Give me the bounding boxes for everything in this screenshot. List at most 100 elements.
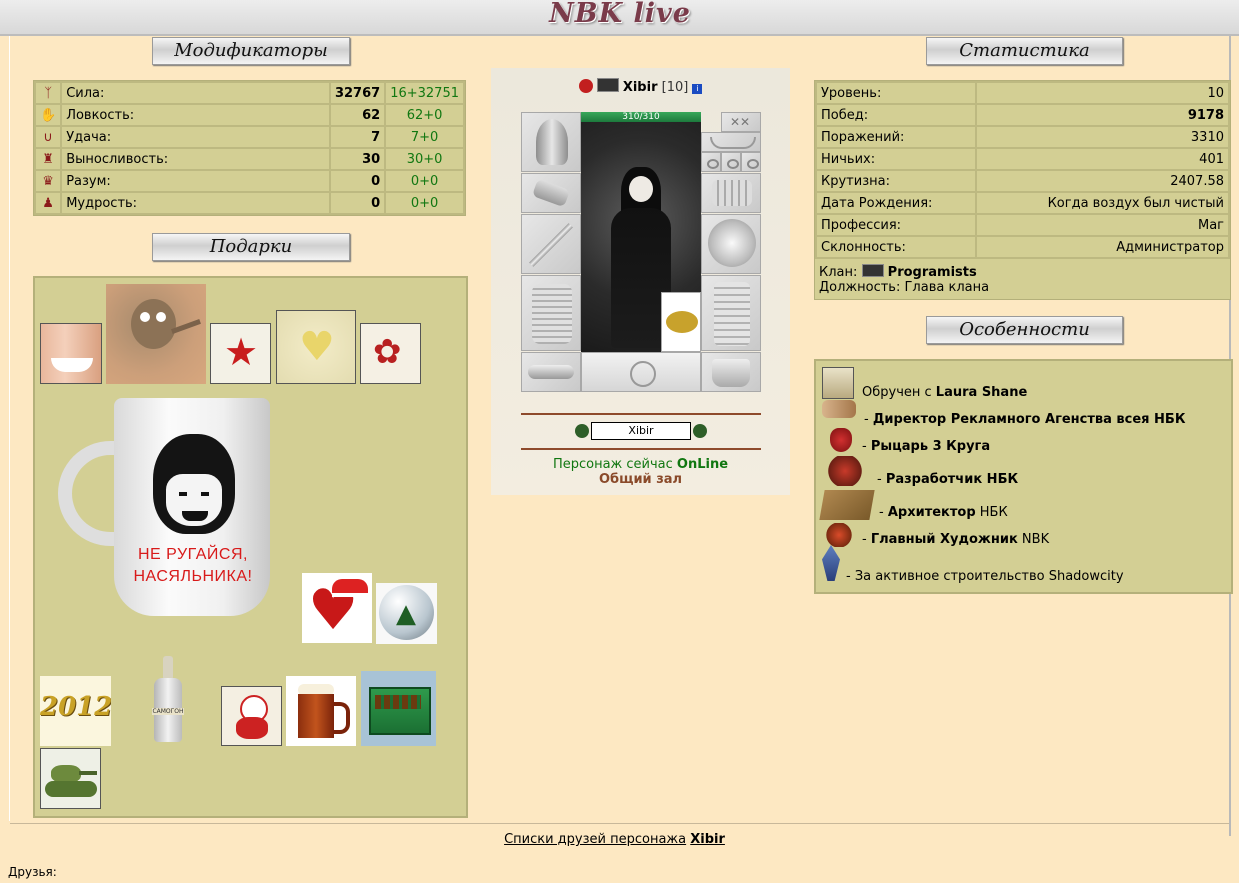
statistic-value: 2407.58 (975, 169, 1230, 193)
slot-pet[interactable] (661, 292, 701, 352)
character-location[interactable]: Общий зал (491, 472, 790, 487)
slot-weapon[interactable] (521, 214, 581, 274)
slot-ring-2[interactable] (721, 152, 741, 172)
gift-flower-heart[interactable]: ♥ (276, 310, 356, 384)
top-bar: NBK live (0, 0, 1239, 36)
character-name[interactable]: Xibir (623, 80, 658, 95)
feature-artist-title: Главный Художник (870, 532, 1018, 547)
wisdom-icon: ♟ (33, 191, 63, 215)
mug-face-eye-right (201, 492, 209, 496)
heart-icon: ♥ (299, 324, 335, 370)
slot-necklace[interactable] (701, 132, 761, 152)
modifier-bonus: 16+32751 (384, 81, 465, 105)
gift-red-star[interactable]: ★ (210, 323, 271, 384)
earring-icon: ✕✕ (730, 115, 751, 129)
gift-lingerie[interactable] (40, 323, 102, 384)
gift-beer-crate[interactable] (361, 671, 436, 746)
statistic-label: Побед: (815, 103, 977, 127)
necklace-icon (710, 137, 756, 149)
crate-bottles (375, 695, 421, 709)
toad-icon (666, 311, 698, 333)
slot-shield[interactable] (701, 214, 761, 274)
clan-position-label: Должность: (819, 280, 901, 295)
online-status: Персонаж сейчас OnLine (491, 457, 790, 472)
feature-married: Обручен с Laura Shane (862, 385, 1027, 400)
slot-leggings[interactable] (701, 275, 761, 351)
gift-mug[interactable]: НЕ РУГАЙСЯ, НАСЯЛЬНИКА! (58, 396, 280, 621)
online-status-prefix: Персонаж сейчас (552, 457, 673, 472)
year-2012-text: 2012 (40, 692, 111, 722)
modifier-label: Удача: (60, 125, 331, 149)
friends-link-prefix[interactable]: Списки друзей персонажа (504, 832, 686, 847)
bow-icon: ✿ (373, 332, 402, 372)
director-icon (822, 400, 856, 418)
statistic-row: Профессия: Маг (815, 213, 1230, 237)
statistic-label: Поражений: (815, 125, 977, 149)
feature-architect-post: НБК (975, 505, 1008, 520)
slot-gloves[interactable] (701, 173, 761, 213)
statistic-row: Поражений: 3310 (815, 125, 1230, 149)
statistic-value: Маг (975, 213, 1230, 237)
animal-eye-right (156, 312, 166, 322)
statistic-value: 10 (975, 81, 1230, 105)
architect-icon (819, 490, 875, 520)
slot-helmet[interactable] (521, 112, 581, 172)
statistic-value: 9178 (975, 103, 1230, 127)
slot-ring-3[interactable] (741, 152, 761, 172)
portrait-face-paint (629, 176, 653, 202)
gift-tank[interactable] (40, 748, 101, 809)
tree-icon: ▲ (396, 599, 416, 629)
modifier-row: ✋ Ловкость: 62 62+0 (33, 103, 465, 127)
info-icon[interactable]: i (692, 84, 703, 94)
slot-bracers[interactable] (521, 173, 581, 213)
gift-beer[interactable] (286, 676, 356, 746)
statistics-panel: Уровень: 10 Побед: 9178 Поражений: 3310 Ничьих… (814, 80, 1231, 300)
santa-hat (332, 579, 368, 597)
modifier-row: ♟ Мудрость: 0 0+0 (33, 191, 465, 215)
feature-married-partner[interactable]: Laura Shane (936, 385, 1027, 400)
modifier-row: ∪ Удача: 7 7+0 (33, 125, 465, 149)
gift-snow-globe[interactable]: ▲ (376, 583, 437, 644)
bracers-icon (531, 178, 571, 208)
align-icon (578, 79, 593, 93)
ring-icon (747, 159, 759, 169)
gift-2012[interactable]: 2012 (40, 676, 111, 746)
red-star-icon: ★ (223, 330, 259, 374)
statistic-value: Администратор (975, 235, 1230, 259)
ring-icon (727, 159, 739, 169)
gift-christmas-bells[interactable]: ✿ (360, 323, 421, 384)
statistic-row: Побед: 9178 (815, 103, 1230, 127)
slot-ring-1[interactable] (701, 152, 721, 172)
modifiers-table: ᛉ Сила: 32767 16+32751 ✋ Ловкость: 62 62+0 ∪ Удач… (33, 81, 465, 215)
statistic-label: Крутизна: (815, 169, 977, 193)
statistic-value: 401 (975, 147, 1230, 171)
footer-divider (10, 823, 1229, 824)
character-header: Xibir [10] i (491, 78, 790, 95)
statistic-label: Склонность: (815, 235, 977, 259)
hp-bar: 310/310 (581, 112, 701, 122)
feature-architect: - Архитектор НБК (879, 505, 1008, 520)
gift-bottle[interactable]: САМОГОН (150, 656, 190, 744)
friends-list-link[interactable]: Списки друзей персонажа Xibir (0, 832, 1229, 847)
statistic-row: Ничьих: 401 (815, 147, 1230, 171)
modifier-label: Выносливость: (60, 147, 331, 171)
slot-belt[interactable] (521, 352, 581, 392)
clan-position-line: Должность: Глава клана (819, 280, 989, 295)
developer-icon (822, 456, 868, 486)
statistic-value: Когда воздух был чистый (975, 191, 1230, 215)
gift-santa[interactable] (221, 686, 282, 746)
ornament-icon (630, 361, 656, 387)
modifier-row: ♜ Выносливость: 30 30+0 (33, 147, 465, 171)
slot-armor[interactable] (521, 275, 581, 351)
gift-funny-animal[interactable] (106, 284, 206, 384)
wedding-rings-icon (822, 367, 854, 399)
statistic-row: Уровень: 10 (815, 81, 1230, 105)
slot-earring[interactable]: ✕✕ (721, 112, 761, 132)
clan-name[interactable]: Programists (888, 265, 977, 280)
friends-link-name[interactable]: Xibir (690, 832, 725, 847)
gift-santa-heart[interactable]: ♥ (302, 573, 372, 643)
slot-boots[interactable] (701, 352, 761, 392)
strength-icon: ᛉ (33, 81, 63, 105)
statistic-label: Дата Рождения: (815, 191, 977, 215)
character-name-field[interactable]: Xibir (591, 422, 691, 440)
